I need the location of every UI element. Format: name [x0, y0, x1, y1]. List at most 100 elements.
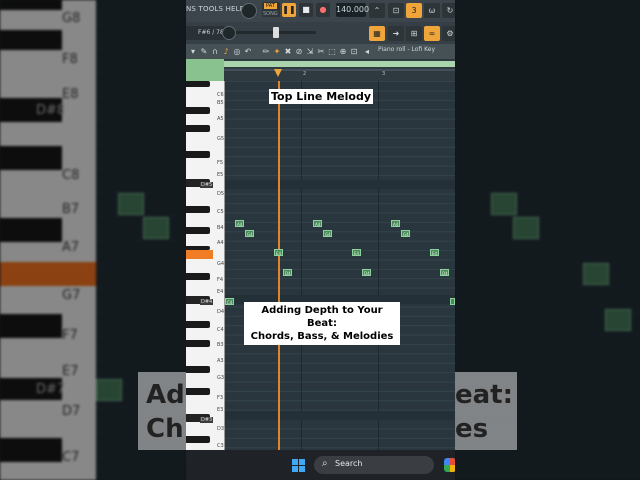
caption-top: Top Line Melody [269, 89, 373, 104]
black-key[interactable] [186, 340, 210, 347]
delete-icon[interactable]: ✖ [283, 46, 293, 57]
piano-roll-icon[interactable]: ▦ [369, 26, 385, 41]
bar-number: 3 [382, 71, 386, 77]
pat-badge: PAT [264, 3, 277, 9]
main-pitch-slider[interactable] [236, 27, 316, 38]
key-label: F5 [217, 160, 224, 166]
key-label: D#5 [200, 182, 214, 188]
note-label: G4 [403, 232, 409, 237]
bar-number: 2 [303, 71, 307, 77]
black-key[interactable] [186, 273, 210, 280]
caption-line: Chords, Bass, & Melodies [250, 331, 394, 342]
slice-icon[interactable]: ✂ [316, 46, 326, 57]
magnet-icon[interactable]: ∩ [210, 46, 220, 57]
black-key[interactable] [186, 436, 210, 443]
target-icon[interactable]: ◎ [232, 46, 242, 57]
play-button[interactable]: ❚❚ [282, 3, 296, 17]
note-block[interactable] [450, 298, 455, 305]
black-key[interactable] [186, 321, 210, 328]
undo-icon[interactable]: ↶ [243, 46, 253, 57]
timeline-ruler[interactable]: 2 3 [186, 59, 455, 81]
piano-keyboard[interactable]: C6 B5 A5 G5 F5 E5 D5 C5 B4 A4 G4 F4 E4 D… [186, 81, 225, 450]
ruler-corner [186, 59, 224, 81]
link-icon[interactable]: ∞ [424, 26, 440, 41]
pattern-song-toggle[interactable]: PAT SONG [262, 2, 280, 17]
record-button[interactable]: ● [316, 3, 330, 17]
note-icon[interactable]: ♪ [221, 46, 231, 57]
zoom-icon[interactable]: ⊕ [338, 46, 348, 57]
note-block[interactable]: E4 [430, 249, 439, 256]
black-key[interactable] [186, 107, 210, 114]
note-block[interactable]: D4 [440, 269, 449, 276]
note-label: E4 [354, 251, 360, 256]
note-block[interactable]: A4 [391, 220, 400, 227]
note-block[interactable]: A4 [313, 220, 322, 227]
dropdown-arrow-icon[interactable]: ▾ [188, 46, 198, 57]
note-block[interactable]: E4 [274, 249, 283, 256]
active-key-highlight [186, 250, 213, 259]
brush-icon[interactable]: ✦ [272, 46, 282, 57]
playhead-marker[interactable] [274, 69, 282, 77]
note-block[interactable]: D4 [362, 269, 371, 276]
key-label: D3 [217, 426, 225, 432]
note-block[interactable]: D4 [283, 269, 292, 276]
ruler-divider [224, 69, 455, 71]
note-block[interactable]: C4 [225, 298, 234, 305]
pitch-knob[interactable] [222, 26, 236, 40]
search-label: Search [335, 459, 363, 468]
mute-icon[interactable]: ⊘ [294, 46, 304, 57]
wait-record-icon[interactable]: ⊡ [388, 3, 404, 18]
slip-icon[interactable]: ⇲ [305, 46, 315, 57]
black-key[interactable] [186, 125, 210, 132]
key-label: D#3 [200, 417, 214, 423]
key-label: B4 [217, 225, 224, 231]
select-icon[interactable]: ⬚ [327, 46, 337, 57]
note-block[interactable]: A4 [235, 220, 244, 227]
menu-bar[interactable]: NS TOOLS HELP [186, 5, 244, 13]
browser-app-icon[interactable] [444, 458, 455, 472]
key-label: D#4 [200, 299, 214, 305]
note-label: C4 [227, 300, 233, 305]
windows-start-icon[interactable] [292, 459, 305, 472]
black-key[interactable] [186, 227, 210, 234]
master-volume-knob[interactable] [241, 3, 257, 19]
step-edit-icon[interactable]: ω [424, 3, 440, 18]
black-key[interactable] [186, 206, 210, 213]
bg-caption-banner: AddCh [138, 372, 186, 450]
key-label: E5 [217, 172, 224, 178]
playhead-line [278, 81, 280, 450]
note-block[interactable]: G4 [401, 230, 410, 237]
pencil-icon[interactable]: ✏ [261, 46, 271, 57]
stop-button[interactable]: ■ [299, 3, 313, 17]
speaker-icon[interactable]: ◂ [362, 46, 372, 57]
countdown-icon[interactable]: 3 [406, 3, 422, 18]
black-key[interactable] [186, 366, 210, 373]
key-label: A3 [217, 358, 224, 364]
playback-icon[interactable]: ⊡ [349, 46, 359, 57]
background-left: G8 F8 E8 D#8 C8 B7 A7 G7 F7 E7 D#7 D7 C7… [0, 0, 186, 480]
arrow-icon[interactable]: ➜ [388, 26, 404, 41]
key-label: C6 [217, 92, 224, 98]
wrench-icon[interactable]: ✎ [199, 46, 209, 57]
note-block[interactable]: G4 [245, 230, 254, 237]
note-block[interactable]: E4 [352, 249, 361, 256]
note-label: A4 [315, 222, 321, 227]
piano-roll-title: Piano roll - Lofi Key [378, 46, 436, 53]
loop-record-icon[interactable]: ↻ [442, 3, 455, 18]
slider-thumb[interactable] [273, 27, 279, 38]
black-key[interactable] [186, 81, 210, 87]
pattern-selector[interactable]: F#6 / 78 [186, 26, 226, 40]
key-label: G3 [217, 375, 225, 381]
black-key[interactable] [186, 388, 210, 395]
note-label: G4 [325, 232, 331, 237]
key-label: F4 [217, 277, 224, 283]
mixer-icon[interactable]: ⚙ [442, 26, 455, 41]
black-key[interactable] [186, 151, 210, 158]
key-label: C3 [217, 443, 224, 449]
metronome-icon[interactable]: ⌃ [369, 3, 385, 18]
taskbar-search-box[interactable]: ⌕ Search [314, 456, 434, 474]
note-grid[interactable] [224, 81, 455, 450]
snap-icon[interactable]: ⊞ [406, 26, 422, 41]
tempo-display[interactable]: 140.000 [336, 3, 369, 17]
note-block[interactable]: G4 [323, 230, 332, 237]
